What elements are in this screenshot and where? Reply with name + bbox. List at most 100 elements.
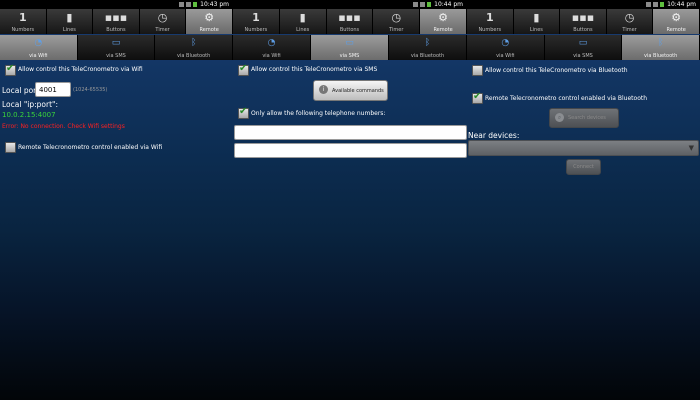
subtab-bluetooth[interactable]: ᛒ via Bluetooth bbox=[622, 35, 700, 60]
tab-numbers[interactable]: 1 Numbers bbox=[233, 9, 280, 34]
sms-allow-checkbox[interactable] bbox=[238, 63, 249, 76]
tab-remote[interactable]: ⚙ Remote bbox=[186, 9, 233, 34]
subtab-bluetooth[interactable]: ᛒ via Bluetooth bbox=[389, 35, 467, 60]
available-commands-button[interactable]: i Available commands bbox=[313, 80, 388, 101]
buttons-icon: ▪▪▪ bbox=[338, 11, 361, 24]
sub-tab-bar: ◔ via Wifi ▭ via SMS ᛒ via Bluetooth bbox=[233, 35, 467, 60]
main-tab-bar: 1 Numbers ▮ Lines ▪▪▪ Buttons ◷ Timer ⚙ Remot… bbox=[467, 9, 700, 34]
available-commands-label: Available commands bbox=[332, 87, 384, 94]
bluetooth-icon: ᛒ bbox=[424, 38, 431, 48]
subtab-sms[interactable]: ▭ via SMS bbox=[544, 35, 623, 60]
tab-numbers[interactable]: 1 Numbers bbox=[0, 9, 47, 34]
search-devices-button[interactable]: ⌕ Search devices bbox=[549, 108, 619, 128]
lines-icon: ▮ bbox=[533, 11, 540, 24]
subtab-sms[interactable]: ▭ via SMS bbox=[311, 35, 389, 60]
tab-buttons[interactable]: ▪▪▪ Buttons bbox=[560, 9, 607, 34]
battery-icon bbox=[193, 2, 197, 7]
remote-icon: ⚙ bbox=[204, 11, 215, 24]
tab-label: Numbers bbox=[478, 27, 502, 33]
wifi-icon bbox=[413, 2, 418, 7]
tab-label: Buttons bbox=[573, 27, 593, 33]
tab-timer[interactable]: ◷ Timer bbox=[139, 9, 187, 34]
info-icon: i bbox=[319, 85, 328, 94]
wifi-icon bbox=[179, 2, 184, 7]
tab-label: Remote bbox=[433, 27, 453, 33]
status-bar: 10:44 pm bbox=[467, 0, 700, 9]
local-port-input[interactable]: 4001 bbox=[35, 82, 71, 97]
tab-lines[interactable]: ▮ Lines bbox=[46, 9, 94, 34]
near-devices-spinner[interactable]: ▼ bbox=[468, 140, 699, 156]
tab-label: via Bluetooth bbox=[177, 53, 211, 59]
wifi-remote-checkbox[interactable] bbox=[5, 142, 16, 153]
tab-label: via Wifi bbox=[29, 53, 48, 59]
timer-icon: ◷ bbox=[157, 11, 168, 24]
tab-label: Remote bbox=[199, 27, 219, 33]
tab-label: Buttons bbox=[106, 27, 126, 33]
lines-icon: ▮ bbox=[299, 11, 306, 24]
subtab-wifi[interactable]: ◔ via Wifi bbox=[467, 35, 545, 60]
search-icon: ⌕ bbox=[555, 113, 564, 122]
tab-buttons[interactable]: ▪▪▪ Buttons bbox=[326, 9, 374, 34]
subtab-wifi[interactable]: ◔ via Wifi bbox=[0, 35, 78, 60]
subtab-wifi[interactable]: ◔ via Wifi bbox=[233, 35, 311, 60]
tab-label: Lines bbox=[529, 27, 543, 33]
phone-number-input-1[interactable] bbox=[234, 125, 467, 140]
wifi-icon bbox=[646, 2, 651, 7]
tab-label: Timer bbox=[389, 27, 404, 33]
tab-label: via SMS bbox=[339, 53, 360, 59]
tab-label: Lines bbox=[62, 27, 76, 33]
tab-lines[interactable]: ▮ Lines bbox=[513, 9, 561, 34]
buttons-icon: ▪▪▪ bbox=[104, 11, 128, 24]
tab-remote[interactable]: ⚙ Remote bbox=[420, 9, 467, 34]
bluetooth-icon: ᛒ bbox=[190, 38, 197, 48]
timer-icon: ◷ bbox=[391, 11, 402, 24]
remote-icon: ⚙ bbox=[671, 11, 682, 24]
tab-label: Buttons bbox=[339, 27, 360, 33]
buttons-icon: ▪▪▪ bbox=[571, 11, 595, 24]
status-bar: 10:44 pm bbox=[233, 0, 467, 9]
sms-only-allow-label: Only allow the following telephone numbe… bbox=[251, 110, 386, 117]
tab-lines[interactable]: ▮ Lines bbox=[279, 9, 327, 34]
status-icons bbox=[413, 2, 431, 7]
chevron-down-icon: ▼ bbox=[688, 144, 694, 152]
numbers-icon: 1 bbox=[252, 11, 260, 24]
signal-icon bbox=[653, 2, 658, 7]
tab-label: via Bluetooth bbox=[644, 53, 678, 59]
sms-icon: ▭ bbox=[578, 38, 588, 48]
panel-bluetooth: 10:44 pm 1 Numbers ▮ Lines ▪▪▪ Buttons ◷ Tim… bbox=[467, 0, 700, 400]
screen: 10:43 pm 1 Numbers ▮ Lines ▪▪▪ Buttons ◷ Tim… bbox=[0, 0, 700, 400]
clock: 10:43 pm bbox=[200, 1, 229, 8]
tab-label: via Bluetooth bbox=[410, 53, 445, 59]
tab-timer[interactable]: ◷ Timer bbox=[606, 9, 654, 34]
sms-only-allow-checkbox[interactable] bbox=[238, 106, 249, 119]
subtab-sms[interactable]: ▭ via SMS bbox=[77, 35, 156, 60]
wifi-icon: ◔ bbox=[34, 38, 43, 48]
phone-number-input-2[interactable] bbox=[234, 143, 467, 158]
tab-numbers[interactable]: 1 Numbers bbox=[467, 9, 514, 34]
tab-label: via SMS bbox=[573, 53, 593, 59]
connect-button[interactable]: Connect bbox=[566, 159, 601, 175]
bt-remote-label: Remote Telecronometro control enabled vi… bbox=[485, 95, 648, 102]
wifi-error-text: Error: No connection. Check Wifi setting… bbox=[2, 123, 125, 130]
bt-allow-checkbox[interactable] bbox=[472, 65, 483, 76]
status-icons bbox=[646, 2, 664, 7]
sub-tab-bar: ◔ via Wifi ▭ via SMS ᛒ via Bluetooth bbox=[0, 35, 233, 60]
ipport-value: 10.0.2.15:4007 bbox=[2, 111, 56, 119]
status-icons bbox=[179, 2, 197, 7]
wifi-allow-checkbox[interactable] bbox=[5, 63, 16, 76]
tab-remote[interactable]: ⚙ Remote bbox=[653, 9, 700, 34]
subtab-bluetooth[interactable]: ᛒ via Bluetooth bbox=[155, 35, 233, 60]
signal-icon bbox=[420, 2, 425, 7]
port-range-hint: (1024-65535) bbox=[73, 87, 108, 93]
signal-icon bbox=[186, 2, 191, 7]
bt-remote-checkbox[interactable] bbox=[472, 91, 483, 104]
tab-timer[interactable]: ◷ Timer bbox=[373, 9, 421, 34]
ipport-label: Local "ip:port": bbox=[2, 100, 58, 109]
tab-label: Timer bbox=[622, 27, 637, 33]
wifi-icon: ◔ bbox=[267, 38, 276, 48]
status-bar: 10:43 pm bbox=[0, 0, 233, 9]
tab-label: via Wifi bbox=[262, 53, 281, 59]
wifi-allow-label: Allow control this TeleCronometro via Wi… bbox=[18, 66, 143, 73]
sms-icon: ▭ bbox=[345, 38, 354, 48]
tab-buttons[interactable]: ▪▪▪ Buttons bbox=[93, 9, 140, 34]
